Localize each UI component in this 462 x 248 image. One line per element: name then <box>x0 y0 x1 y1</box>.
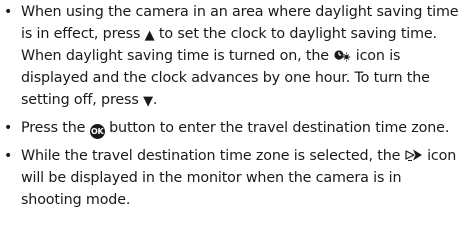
bullet-text: . <box>152 92 158 108</box>
down-arrow-icon: ▼ <box>143 94 153 109</box>
bullet-text: Press the <box>21 120 86 136</box>
bullet-ok-button: • Press the OK button to enter the trave… <box>0 117 462 139</box>
instruction-list: • When using the camera in an area where… <box>0 1 462 211</box>
bullet-dot: • <box>4 120 13 136</box>
bullet-dot: • <box>4 148 13 164</box>
daylight-saving-icon <box>334 50 351 62</box>
bullet-text: button to enter the travel destination t… <box>109 120 450 136</box>
bullet-dot: • <box>4 4 13 20</box>
bullet-travel-destination: • While the travel destination time zone… <box>0 145 462 211</box>
travel-destination-icon <box>405 149 422 161</box>
bullet-daylight-saving: • When using the camera in an area where… <box>0 1 462 111</box>
bullet-text: While the travel destination time zone i… <box>21 148 401 164</box>
up-arrow-icon: ▲ <box>144 28 155 43</box>
ok-button-icon: OK <box>89 124 105 139</box>
